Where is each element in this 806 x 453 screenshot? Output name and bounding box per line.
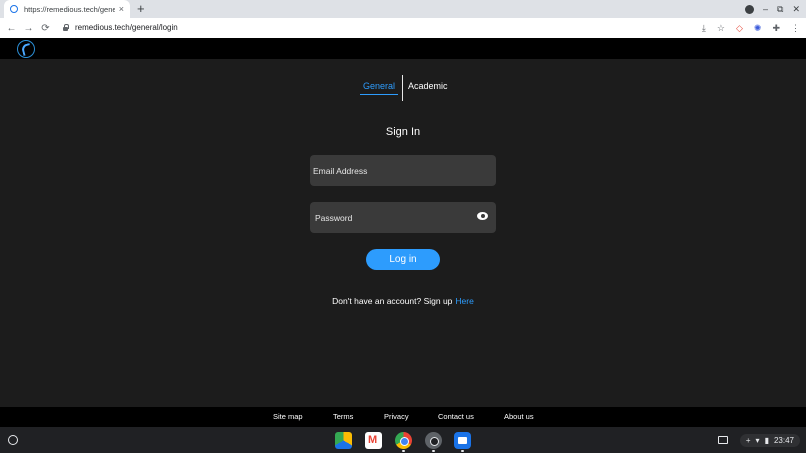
footer-link-about-us[interactable]: About us — [504, 412, 534, 421]
browser-tab[interactable]: https://remedious.tech/general/ × — [4, 0, 130, 18]
signup-text: Don't have an account? Sign up — [332, 296, 453, 306]
show-password-icon[interactable] — [477, 212, 488, 220]
restore-button[interactable]: ⧉ — [777, 4, 783, 15]
tab-divider — [402, 75, 403, 101]
password-field[interactable] — [315, 212, 493, 223]
new-tab-button[interactable]: + — [137, 1, 145, 16]
email-field[interactable] — [313, 165, 493, 176]
email-field-container — [310, 155, 496, 186]
url-text[interactable]: remedious.tech/general/login — [75, 23, 178, 32]
launcher-icon[interactable] — [8, 435, 18, 445]
menu-icon[interactable]: ⋮ — [791, 23, 800, 34]
account-type-tabs: General Academic — [0, 75, 806, 103]
browser-toolbar: ← → ⟳ remedious.tech/general/login ⤓ ☆ ◇… — [0, 18, 806, 38]
star-icon[interactable]: ☆ — [717, 23, 725, 34]
wifi-icon: ▾ — [755, 435, 760, 445]
login-button[interactable]: Log in — [366, 249, 440, 270]
signup-link[interactable]: Here — [455, 296, 473, 306]
back-button[interactable]: ← — [3, 23, 20, 34]
settings-icon[interactable] — [425, 432, 442, 449]
add-icon: + — [745, 435, 751, 445]
download-icon[interactable]: ⤓ — [702, 23, 706, 34]
site-footer: Site map Terms Privacy Contact us About … — [0, 407, 806, 427]
login-page: General Academic Sign In Log in Don't ha… — [0, 59, 806, 407]
forward-button[interactable]: → — [20, 23, 37, 34]
battery-icon: ▮ — [764, 435, 769, 445]
signup-prompt: Don't have an account? Sign up Here — [0, 296, 806, 306]
tab-academic[interactable]: Academic — [408, 81, 448, 91]
gmail-icon[interactable] — [365, 432, 382, 449]
running-indicator — [461, 450, 464, 452]
toolbar-actions: ⤓ ☆ ◇ ✺ ✚ ⋮ — [702, 18, 800, 38]
site-favicon-icon — [10, 5, 18, 13]
footer-link-terms[interactable]: Terms — [333, 412, 353, 421]
page-title: Sign In — [385, 126, 421, 138]
screen-record-icon[interactable] — [745, 4, 754, 14]
puzzle-icon[interactable]: ✚ — [772, 23, 780, 34]
files-icon[interactable] — [454, 432, 471, 449]
google-drive-icon[interactable] — [335, 432, 352, 449]
password-field-container — [310, 202, 496, 233]
extension-red-icon[interactable]: ◇ — [736, 23, 743, 34]
tab-title: https://remedious.tech/general/ — [24, 4, 115, 14]
running-indicator — [432, 450, 435, 452]
chrome-icon[interactable] — [395, 432, 412, 449]
window-controls: – ⧉ ✕ — [745, 0, 806, 18]
site-header — [0, 38, 806, 59]
footer-link-privacy[interactable]: Privacy — [384, 412, 409, 421]
tab-close-icon[interactable]: × — [119, 4, 124, 14]
overview-icon[interactable] — [717, 436, 728, 444]
minimize-button[interactable]: – — [763, 4, 768, 14]
tab-general[interactable]: General — [360, 81, 398, 95]
footer-link-contact-us[interactable]: Contact us — [438, 412, 474, 421]
status-tray[interactable]: + ▾ ▮ 23:47 — [717, 431, 800, 449]
close-window-button[interactable]: ✕ — [792, 4, 800, 15]
reload-button[interactable]: ⟳ — [37, 23, 54, 34]
browser-tab-strip: https://remedious.tech/general/ × + – ⧉ … — [0, 0, 806, 18]
lock-icon[interactable] — [62, 24, 69, 31]
system-status[interactable]: + ▾ ▮ 23:47 — [739, 433, 800, 447]
os-shelf: + ▾ ▮ 23:47 — [0, 427, 806, 453]
running-indicator — [402, 450, 405, 452]
extension-blue-icon[interactable]: ✺ — [754, 23, 762, 34]
address-bar[interactable]: remedious.tech/general/login — [58, 19, 698, 36]
clock: 23:47 — [773, 435, 794, 445]
site-logo-icon[interactable] — [17, 40, 35, 58]
footer-link-site-map[interactable]: Site map — [273, 412, 303, 421]
